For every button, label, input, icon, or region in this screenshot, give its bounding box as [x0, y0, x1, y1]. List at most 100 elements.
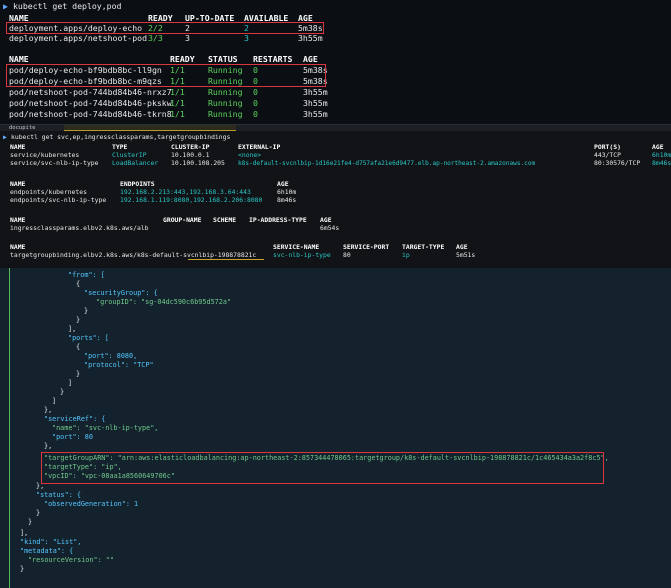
col-header: IP-ADDRESS-TYPE — [249, 216, 307, 224]
json-line: ] — [68, 379, 73, 387]
table-cell: service/kubernetes — [10, 151, 80, 159]
col-header: AGE — [277, 180, 289, 188]
json-line: "serviceRef": { — [44, 415, 106, 423]
json-line: "kind": "List", — [20, 538, 82, 546]
json-line: } — [60, 388, 65, 396]
json-line: { — [76, 343, 81, 351]
table-cell: 6h10m — [652, 151, 671, 159]
json-line: } — [36, 509, 41, 517]
table-cell: 3/3 — [148, 33, 163, 43]
table-cell: 0 — [253, 98, 258, 108]
json-line: "name": "svc-nlb-ip-type", — [52, 424, 159, 432]
tab-active-bar[interactable] — [64, 125, 236, 131]
col-header: AGE — [320, 216, 332, 224]
json-line: } — [20, 565, 25, 573]
terminal-panel-json: "from": [ { "securityGroup": { "groupID"… — [0, 268, 671, 588]
col-header: AGE — [652, 143, 664, 151]
table-cell: 6m54s — [320, 224, 340, 232]
table-cell: pod/netshoot-pod-744bd84b46-nrxz7 — [9, 87, 172, 97]
table-cell: 6h10m — [277, 188, 297, 196]
table-cell: endpoints/kubernetes — [10, 188, 87, 196]
table-cell: LoadBalancer — [112, 159, 159, 167]
table-cell: 5m51s — [456, 251, 476, 259]
col-header: EXTERNAL-IP — [238, 143, 281, 151]
col-header: ENDPOINTS — [120, 180, 155, 188]
col-header: NAME — [10, 243, 26, 251]
col-header: READY — [170, 54, 195, 64]
json-line: }, — [44, 442, 53, 450]
json-line: "status": { — [36, 491, 82, 499]
table-cell: 3h55m — [303, 109, 328, 119]
col-header: NAME — [10, 216, 26, 224]
json-line: ] — [52, 397, 57, 405]
table-cell: k8s-default-svcnlbip-1d16e21fe4-d757afa2… — [238, 160, 536, 167]
json-line: "groupID": "sg-04dc590c6b95d572a" — [96, 298, 232, 306]
col-header: AGE — [456, 243, 468, 251]
table-cell: pod/netshoot-pod-744bd84b46-tkrn8 — [9, 109, 172, 119]
tab-label[interactable]: docupite — [9, 125, 36, 131]
col-header: RESTARTS — [253, 54, 293, 64]
json-line: "protocol": "TCP" — [84, 361, 154, 369]
table-cell: 10.100.108.205 — [171, 159, 225, 167]
table-cell: Running — [208, 98, 243, 108]
col-header: NAME — [10, 143, 26, 151]
col-header: SCHEME — [213, 216, 237, 224]
json-line: "port": 80 — [52, 433, 93, 441]
table-cell: Running — [208, 109, 243, 119]
table-cell: 0 — [253, 87, 258, 97]
json-line: } — [76, 316, 81, 324]
json-line: "ports": [ — [68, 334, 109, 342]
json-line: ], — [68, 325, 77, 333]
json-line: "port": 8080, — [84, 352, 138, 360]
table-cell: svc-nlb-ip-type — [273, 251, 331, 259]
table-cell: Running — [208, 87, 243, 97]
col-header: NAME — [10, 180, 26, 188]
table-cell: targetgroupbinding.elbv2.k8s.aws/k8s-def… — [10, 251, 257, 259]
col-header: AGE — [303, 54, 318, 64]
json-line: "metadata": { — [20, 547, 74, 555]
col-header: GROUP-NAME — [163, 216, 202, 224]
prompt-arrow-icon: ▶ — [3, 1, 8, 11]
json-line: "from": [ — [68, 271, 105, 279]
col-header: TYPE — [112, 143, 128, 151]
text-underline — [188, 259, 264, 260]
command-line: kubectl get svc,ep,ingressclassparams,ta… — [11, 133, 231, 141]
json-line: }, — [36, 482, 45, 490]
json-line: } — [84, 307, 89, 315]
table-cell: 443/TCP — [594, 151, 621, 159]
table-cell: 0 — [253, 109, 258, 119]
json-line: } — [28, 518, 33, 526]
highlight-box — [6, 22, 324, 34]
table-cell: 1/1 — [170, 109, 185, 119]
table-cell: 10.100.0.1 — [171, 151, 210, 159]
terminal-panel-deploy-pod: ▶ kubectl get deploy,pod NAME READY UP-T… — [0, 0, 671, 124]
highlight-box — [6, 64, 326, 87]
table-cell: 192.168.1.119:8080,192.168.2.206:8080 — [120, 196, 263, 204]
terminal-panel-svc-ep: docupite ▶ kubectl get svc,ep,ingresscla… — [0, 124, 671, 267]
table-cell: 3h55m — [298, 33, 323, 43]
col-header: PORT(S) — [594, 143, 621, 151]
json-line: "resourceVersion": "" — [28, 556, 114, 564]
table-cell: 192.168.2.213:443,192.168.3.64:443 — [120, 188, 251, 196]
table-cell: 80:30576/TCP — [594, 159, 641, 167]
col-header: NAME — [9, 54, 29, 64]
table-cell: 8m46s — [277, 196, 297, 204]
json-line: } — [76, 370, 81, 378]
json-line: { — [76, 280, 81, 288]
json-line: "securityGroup": { — [84, 289, 158, 297]
json-line: ], — [20, 529, 29, 537]
json-line: }, — [44, 406, 53, 414]
json-line: "observedGeneration": 1 — [44, 500, 139, 508]
prompt-arrow-icon: ▶ — [3, 133, 7, 141]
highlight-box — [41, 452, 604, 484]
table-cell: 8m46s — [652, 159, 671, 167]
col-header: CLUSTER-IP — [171, 143, 210, 151]
table-cell: endpoints/svc-nlb-ip-type — [10, 196, 107, 204]
col-header: STATUS — [208, 54, 238, 64]
col-header: TARGET-TYPE — [402, 243, 445, 251]
table-cell: 3 — [244, 33, 249, 43]
table-cell: 3 — [185, 33, 190, 43]
table-cell: ClusterIP — [112, 151, 147, 159]
gutter-line — [9, 268, 10, 588]
table-cell: ingressclassparams.elbv2.k8s.aws/alb — [10, 224, 149, 232]
